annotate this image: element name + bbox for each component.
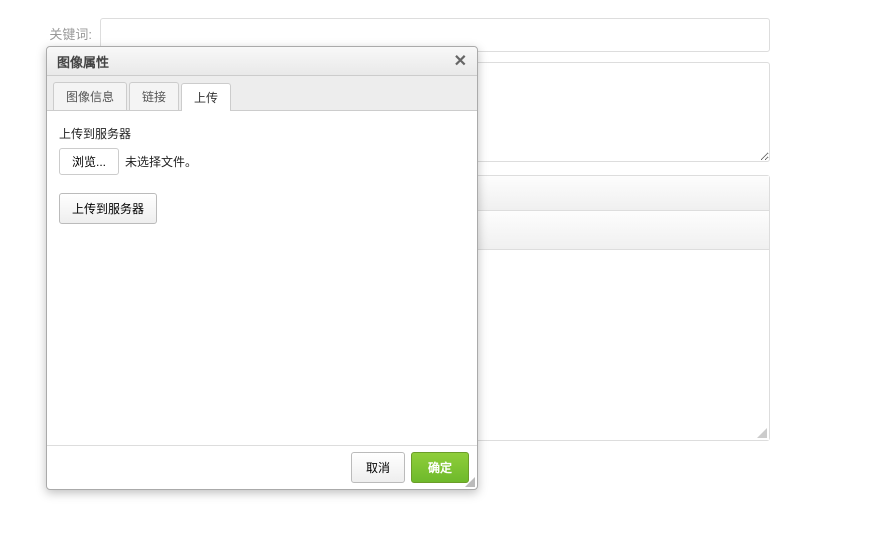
tab-link[interactable]: 链接	[129, 82, 179, 110]
dialog-footer: 取消 确定	[47, 445, 477, 489]
tab-image-info[interactable]: 图像信息	[53, 82, 127, 110]
close-icon[interactable]: ✕	[454, 51, 467, 71]
dialog-resize-handle[interactable]	[465, 477, 475, 487]
image-properties-dialog: 图像属性 ✕ 图像信息 链接 上传 上传到服务器 浏览... 未选择文件。 上传…	[46, 46, 478, 490]
upload-field-label: 上传到服务器	[59, 125, 465, 142]
no-file-text: 未选择文件。	[125, 153, 197, 170]
browse-button[interactable]: 浏览...	[59, 148, 119, 175]
upload-to-server-button[interactable]: 上传到服务器	[59, 193, 157, 224]
dialog-body: 上传到服务器 浏览... 未选择文件。 上传到服务器	[47, 111, 477, 445]
editor-resize-handle[interactable]	[757, 428, 767, 438]
cancel-button[interactable]: 取消	[351, 452, 405, 483]
tab-upload[interactable]: 上传	[181, 83, 231, 111]
dialog-titlebar[interactable]: 图像属性 ✕	[47, 47, 477, 76]
ok-button[interactable]: 确定	[411, 452, 469, 483]
keywords-label: 关键词:	[10, 18, 100, 43]
dialog-tabs: 图像信息 链接 上传	[47, 76, 477, 111]
dialog-title-text: 图像属性	[57, 52, 109, 71]
